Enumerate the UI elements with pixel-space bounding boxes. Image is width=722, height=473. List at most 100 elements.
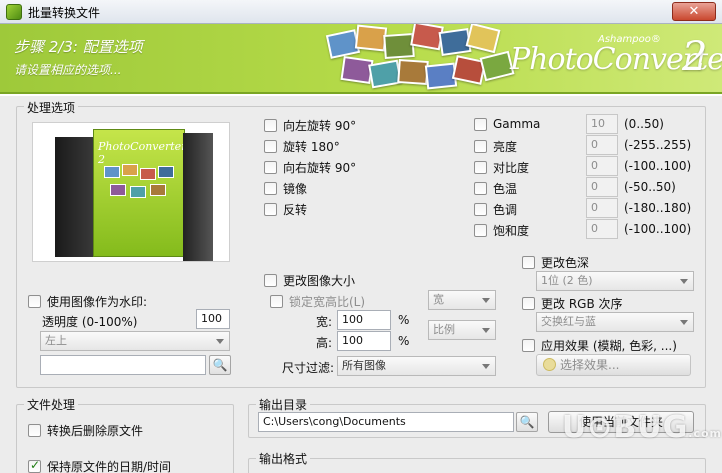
output-path-input[interactable]: C:\Users\cong\Documents [258, 412, 514, 432]
rgb-order-select[interactable]: 交换红与蓝 [536, 312, 694, 332]
rotate-right-checkbox[interactable]: 向右旋转 90° [264, 159, 356, 176]
width-unit: % [398, 313, 410, 327]
contrast-label: 对比度 [493, 161, 530, 175]
select-effects-label: 选择效果... [560, 358, 620, 372]
checkbox-box[interactable] [264, 182, 277, 195]
resize-label: 更改图像大小 [283, 274, 356, 288]
photo-collage-image [320, 24, 530, 92]
brightness-label: 亮度 [493, 140, 518, 154]
color-temperature-label: 色温 [493, 182, 518, 196]
checkbox-box[interactable] [522, 297, 535, 310]
chevron-down-icon [482, 364, 490, 369]
app-icon [6, 4, 22, 20]
keep-ratio-label: 锁定宽高比(L) [289, 295, 366, 309]
rotate-right-label: 向右旋转 90° [283, 161, 357, 175]
size-filter-value: 所有图像 [342, 359, 386, 372]
opacity-input[interactable]: 100 [196, 309, 230, 329]
height-input[interactable]: 100 [337, 331, 391, 351]
rotate-180-label: 旋转 180° [283, 140, 340, 154]
watermark-position-value: 左上 [45, 334, 67, 347]
step-subtitle: 请设置相应的选项... [14, 63, 122, 77]
checkbox-box[interactable] [28, 424, 41, 437]
watermark-path-input[interactable] [40, 355, 206, 375]
gamma-checkbox[interactable]: Gamma [474, 117, 540, 131]
step-title: 步骤 2/3: 配置选项 [14, 38, 143, 56]
checkbox-box[interactable] [264, 140, 277, 153]
rotate-180-checkbox[interactable]: 旋转 180° [264, 138, 340, 155]
checkbox-box[interactable] [522, 256, 535, 269]
color-depth-value: 1位 (2 色) [541, 274, 593, 287]
gamma-range: (0..50) [624, 117, 664, 131]
contrast-checkbox[interactable]: 对比度 [474, 159, 529, 176]
checkbox-box[interactable] [474, 224, 487, 237]
keep-date-checkbox[interactable]: 保持原文件的日期/时间 [28, 458, 171, 473]
checkbox-box[interactable] [264, 203, 277, 216]
color-depth-checkbox[interactable]: 更改色深 [522, 254, 589, 271]
checkbox-box[interactable] [474, 161, 487, 174]
effects-checkbox[interactable]: 应用效果 (模糊, 色彩, ...) [522, 337, 677, 354]
checkbox-box[interactable] [474, 140, 487, 153]
color-depth-select[interactable]: 1位 (2 色) [536, 271, 694, 291]
ratio-dimension-select[interactable]: 宽 [428, 290, 496, 310]
width-input[interactable]: 100 [337, 310, 391, 330]
color-temperature-input[interactable]: 0 [586, 177, 618, 197]
brightness-checkbox[interactable]: 亮度 [474, 138, 517, 155]
unit-select-value: 比例 [433, 323, 455, 336]
gamma-input[interactable]: 10 [586, 114, 618, 134]
site-watermark-logo: U⊙BUG.com [561, 410, 722, 445]
brightness-input[interactable]: 0 [586, 135, 618, 155]
color-temperature-checkbox[interactable]: 色温 [474, 180, 517, 197]
height-unit: % [398, 334, 410, 348]
keep-ratio-checkbox[interactable]: 锁定宽高比(L) [270, 293, 365, 310]
rotate-left-checkbox[interactable]: 向左旋转 90° [264, 117, 356, 134]
color-temperature-range: (-50..50) [624, 180, 676, 194]
delete-original-checkbox[interactable]: 转换后删除原文件 [28, 422, 143, 439]
checkbox-box[interactable] [270, 295, 283, 308]
rgb-order-checkbox[interactable]: 更改 RGB 次序 [522, 295, 623, 312]
effects-label: 应用效果 (模糊, 色彩, ...) [541, 339, 677, 353]
resize-checkbox[interactable]: 更改图像大小 [264, 272, 355, 289]
height-label: 高: [316, 336, 333, 350]
select-effects-button[interactable]: 选择效果... [536, 354, 691, 376]
unit-select[interactable]: 比例 [428, 320, 496, 340]
window-title: 批量转换文件 [28, 6, 101, 20]
saturation-label: 饱和度 [493, 224, 530, 238]
checkbox-box[interactable] [264, 119, 277, 132]
chevron-down-icon [680, 279, 688, 284]
size-filter-label: 尺寸过滤: [282, 361, 335, 375]
hue-checkbox[interactable]: 色调 [474, 201, 517, 218]
saturation-checkbox[interactable]: 饱和度 [474, 222, 529, 239]
checkbox-box[interactable] [264, 274, 277, 287]
header-banner: 步骤 2/3: 配置选项 请设置相应的选项... Ashampoo® Photo… [0, 24, 722, 94]
saturation-range: (-100..100) [624, 222, 692, 236]
checkbox-box[interactable] [474, 117, 487, 131]
contrast-input[interactable]: 0 [586, 156, 618, 176]
watermark-position-select[interactable]: 左上 [40, 331, 230, 351]
close-button[interactable]: ✕ [672, 2, 716, 21]
checkbox-box[interactable] [28, 458, 41, 473]
checkbox-box[interactable] [474, 203, 487, 216]
hue-label: 色调 [493, 203, 518, 217]
effects-icon [543, 358, 556, 371]
watermark-checkbox[interactable]: 使用图像作为水印: [28, 293, 147, 310]
saturation-input[interactable]: 0 [586, 219, 618, 239]
ratio-dimension-value: 宽 [433, 293, 444, 306]
checkbox-box[interactable] [264, 161, 277, 174]
mirror-label: 镜像 [283, 182, 308, 196]
hue-input[interactable]: 0 [586, 198, 618, 218]
checkbox-box[interactable] [474, 182, 487, 195]
title-bar: 批量转换文件 ✕ [0, 0, 722, 24]
browse-output-button[interactable]: 🔍 [516, 412, 538, 432]
gamma-label: Gamma [493, 117, 541, 131]
checkbox-box[interactable] [28, 295, 41, 308]
contrast-range: (-100..100) [624, 159, 692, 173]
size-filter-select[interactable]: 所有图像 [337, 356, 496, 376]
file-processing-legend: 文件处理 [24, 396, 79, 413]
invert-checkbox[interactable]: 反转 [264, 201, 307, 218]
rgb-order-label: 更改 RGB 次序 [541, 297, 623, 311]
mirror-checkbox[interactable]: 镜像 [264, 180, 307, 197]
color-depth-label: 更改色深 [541, 256, 590, 270]
checkbox-box[interactable] [522, 339, 535, 352]
invert-label: 反转 [283, 203, 308, 217]
browse-watermark-button[interactable]: 🔍 [209, 355, 231, 375]
